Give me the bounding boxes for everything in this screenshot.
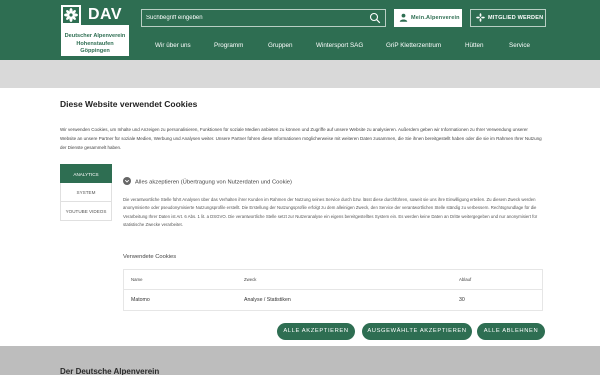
cell-ablauf: 30 xyxy=(459,297,465,303)
mein-alpenverein-button[interactable]: Mein.Alpenverein xyxy=(394,9,462,27)
reject-all-button[interactable]: ALLE ABLEHNEN xyxy=(477,323,545,340)
consent-tabs: ANALYTICS SYSTEM YOUTUBE VIDEOS xyxy=(60,164,112,221)
cookies-table-title: Verwendete Cookies xyxy=(123,254,177,260)
nav-item-gruppen[interactable]: Gruppen xyxy=(268,42,293,49)
nav-item-grip-kletterzentrum[interactable]: GriP Kletterzentrum xyxy=(386,42,441,49)
search-box xyxy=(141,9,386,27)
mein-alpenverein-label: Mein.Alpenverein xyxy=(411,15,460,21)
consent-title: Diese Website verwendet Cookies xyxy=(60,99,198,109)
consent-intro: Wir verwenden Cookies, um Inhalte und An… xyxy=(60,127,542,150)
nav-item-wir-ueber-uns[interactable]: Wir über uns xyxy=(155,42,191,49)
footer-title: Der Deutsche Alpenverein xyxy=(60,367,160,375)
nav-item-programm[interactable]: Programm xyxy=(214,42,243,49)
analytics-description: Die verantwortliche Stelle führt Analyse… xyxy=(123,197,538,227)
mitglied-werden-label: MITGLIED WERDEN xyxy=(488,15,544,21)
mitglied-werden-button[interactable]: MITGLIED WERDEN xyxy=(470,9,546,27)
table-header: Name Zweck Ablauf xyxy=(124,270,542,290)
edelweiss-icon xyxy=(476,13,485,22)
nav-item-wintersport-sag[interactable]: Wintersport SAG xyxy=(316,42,363,49)
user-icon xyxy=(399,13,408,22)
column-header-ablauf: Ablauf xyxy=(459,277,472,282)
main-nav: Wir über uns Programm Gruppen Winterspor… xyxy=(0,38,600,56)
accept-all-button[interactable]: ALLE AKZEPTIEREN xyxy=(277,323,355,340)
tab-system[interactable]: SYSTEM xyxy=(60,183,112,202)
cookies-table: Name Zweck Ablauf Matomo Analyse / Stati… xyxy=(123,269,543,311)
nav-item-huetten[interactable]: Hütten xyxy=(465,42,484,49)
search-icon[interactable] xyxy=(369,12,381,24)
edelweiss-icon xyxy=(63,7,79,23)
page-footer-section: Der Deutsche Alpenverein xyxy=(0,346,600,375)
overlay-band xyxy=(0,60,600,88)
cookie-consent-dialog: Diese Website verwendet Cookies Wir verw… xyxy=(0,88,600,346)
accept-all-accordion[interactable]: Alles akzeptieren (Übertragung von Nutze… xyxy=(123,177,292,186)
cell-name: Matomo xyxy=(131,297,150,303)
column-header-zweck: Zweck xyxy=(244,277,257,282)
tab-analytics[interactable]: ANALYTICS xyxy=(60,164,112,183)
column-header-name: Name xyxy=(131,277,143,282)
chevron-down-icon xyxy=(123,177,131,185)
cell-zweck: Analyse / Statistiken xyxy=(244,297,291,303)
table-row: Matomo Analyse / Statistiken 30 xyxy=(124,290,542,310)
accordion-label: Alles akzeptieren (Übertragung von Nutze… xyxy=(135,179,292,186)
nav-item-service[interactable]: Service xyxy=(509,42,530,49)
tab-youtube-videos[interactable]: YOUTUBE VIDEOS xyxy=(60,202,112,221)
accept-selected-button[interactable]: AUSGEWÄHLTE AKZEPTIEREN xyxy=(362,323,472,340)
site-header: DAV Deutscher Alpenverein Hohenstaufen G… xyxy=(0,0,600,60)
search-input[interactable] xyxy=(146,10,361,26)
logo-brand: DAV xyxy=(81,5,129,25)
